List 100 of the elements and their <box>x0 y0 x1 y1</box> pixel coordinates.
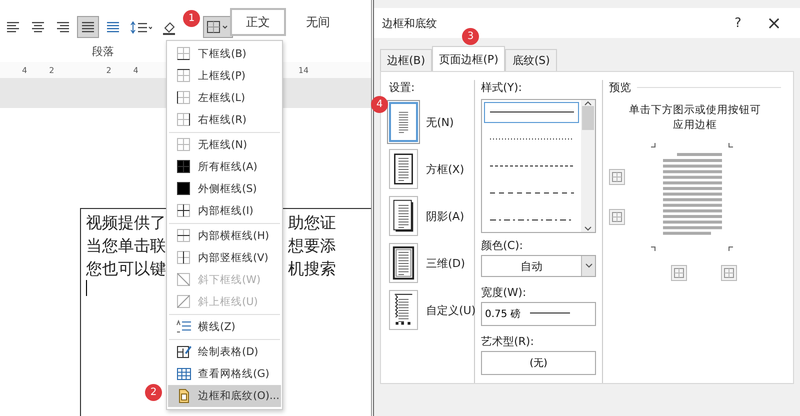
menu-item[interactable]: 上框线(P) <box>168 65 281 87</box>
horizontal-line-icon <box>176 319 192 335</box>
line-sample-icon <box>490 218 574 221</box>
menu-item[interactable]: 外侧框线(S) <box>168 178 281 200</box>
menu-item[interactable]: 横线(Z) <box>168 316 281 338</box>
document-text: 想要添 <box>288 235 336 257</box>
option-label: 方框(X) <box>426 162 464 176</box>
option-label: 三维(D) <box>426 256 466 270</box>
chevron-down-icon <box>584 226 592 232</box>
align-center-icon <box>30 19 46 35</box>
diagonal-down-border-icon <box>176 272 192 288</box>
borders-icon <box>206 19 230 35</box>
field-label: 宽度(W): <box>481 285 528 300</box>
menu-item[interactable]: 绘制表格(D) <box>168 341 281 363</box>
menu-item[interactable]: 内部框线(I) <box>168 200 281 222</box>
distribute-icon <box>105 19 121 35</box>
dialog-title: 边框和底纹 <box>382 16 438 30</box>
menu-item[interactable]: 左框线(L) <box>168 87 281 109</box>
field-label: 设置: <box>389 80 416 95</box>
option-label: 阴影(A) <box>426 208 464 224</box>
menu-item[interactable]: 下框线(B) <box>168 43 281 65</box>
menu-item[interactable]: 查看网格线(G) <box>168 363 281 385</box>
right-border-button[interactable] <box>721 265 737 281</box>
field-label: 艺术型(R): <box>481 334 535 349</box>
color-dropdown[interactable]: 自动 <box>481 255 596 277</box>
line-sample-icon <box>490 164 574 167</box>
boxed-page-icon <box>392 151 415 187</box>
line-sample-icon <box>490 138 574 140</box>
menu-item[interactable]: 所有框线(A) <box>168 156 281 178</box>
border-button-icon <box>673 267 685 279</box>
menu-item[interactable]: 内部竖框线(V) <box>168 247 281 269</box>
tab[interactable]: 页面边框(P) <box>432 46 506 72</box>
border-button-icon <box>611 171 623 183</box>
section-label: 预览 <box>609 80 631 95</box>
pencil-table-icon <box>176 344 192 360</box>
step-badge: 2 <box>145 384 162 401</box>
document-text: 视频提供了 <box>86 212 166 234</box>
field-label: 颜色(C): <box>481 238 524 253</box>
page-icon <box>176 388 192 404</box>
top-border-icon <box>176 68 192 84</box>
ruler-number: 4 <box>133 66 138 74</box>
grid-icon <box>176 366 192 382</box>
close-button[interactable]: × <box>756 12 792 34</box>
ruler-number: 2 <box>49 66 54 74</box>
border-button-icon <box>611 211 623 223</box>
toolbar-button[interactable] <box>203 16 233 38</box>
field-label: 样式(Y): <box>481 80 524 95</box>
chevron-down-icon <box>584 263 592 269</box>
justify-icon <box>80 19 96 35</box>
option-label: 自定义(U) <box>426 302 476 318</box>
ruler-number: 4 <box>22 66 28 74</box>
option-label: 无(N) <box>426 114 454 130</box>
document-text: 您也可以键 <box>86 258 166 280</box>
document-text: 助您证 <box>288 212 336 234</box>
line-sample-icon <box>490 192 574 194</box>
setting-option[interactable] <box>389 290 418 330</box>
ruler-number: 2 <box>106 66 112 74</box>
setting-option[interactable] <box>389 149 418 189</box>
scrollbar[interactable] <box>581 100 595 232</box>
align-right-icon <box>55 19 71 35</box>
scrollbar-thumb[interactable] <box>582 106 594 130</box>
menu-item[interactable]: 无框线(N) <box>168 134 281 156</box>
left-border-icon <box>176 90 192 106</box>
inside-vertical-border-icon <box>176 250 192 266</box>
shadowed-page-icon <box>392 198 415 234</box>
bottom-border-icon <box>176 46 192 62</box>
line-spacing-icon <box>130 19 152 35</box>
art-dropdown[interactable]: (无) <box>481 351 596 375</box>
no-border-icon <box>176 137 192 153</box>
border-button-icon <box>723 267 735 279</box>
line-style-option[interactable] <box>484 102 579 123</box>
ruler-number: 14 <box>298 66 309 74</box>
inside-borders-icon <box>176 203 192 219</box>
toolbar-button[interactable] <box>77 16 99 38</box>
line-sample-icon <box>490 111 574 114</box>
group-label: 段落 <box>92 44 114 59</box>
help-button[interactable]: ? <box>720 14 756 32</box>
top-border-button[interactable] <box>609 169 625 185</box>
chevron-up-icon <box>584 100 592 106</box>
document-text: 机搜索 <box>288 258 336 280</box>
menu-item[interactable]: 内部横框线(H) <box>168 225 281 247</box>
tab[interactable]: 底纹(S) <box>505 49 557 71</box>
setting-option[interactable] <box>389 243 418 283</box>
menu-item[interactable]: 右框线(R) <box>168 109 281 131</box>
tab[interactable]: 边框(B) <box>380 49 432 71</box>
width-dropdown[interactable]: 0.75 磅 <box>481 302 596 326</box>
3d-page-icon <box>392 245 415 281</box>
step-badge: 1 <box>183 10 200 27</box>
align-left-icon <box>5 19 21 35</box>
inside-horizontal-border-icon <box>176 228 192 244</box>
left-border-button[interactable] <box>671 265 687 281</box>
diagonal-up-border-icon <box>176 294 192 310</box>
style-item[interactable]: 正文 <box>230 8 286 36</box>
right-border-icon <box>176 112 192 128</box>
setting-option[interactable] <box>389 196 418 236</box>
menu-item[interactable]: 边框和底纹(O)... <box>168 385 281 407</box>
all-borders-icon <box>176 159 192 175</box>
text-cursor <box>86 280 87 296</box>
preview-hint: 单击下方图示或使用按钮可应用边框 <box>628 103 762 133</box>
bottom-border-button[interactable] <box>609 209 625 225</box>
